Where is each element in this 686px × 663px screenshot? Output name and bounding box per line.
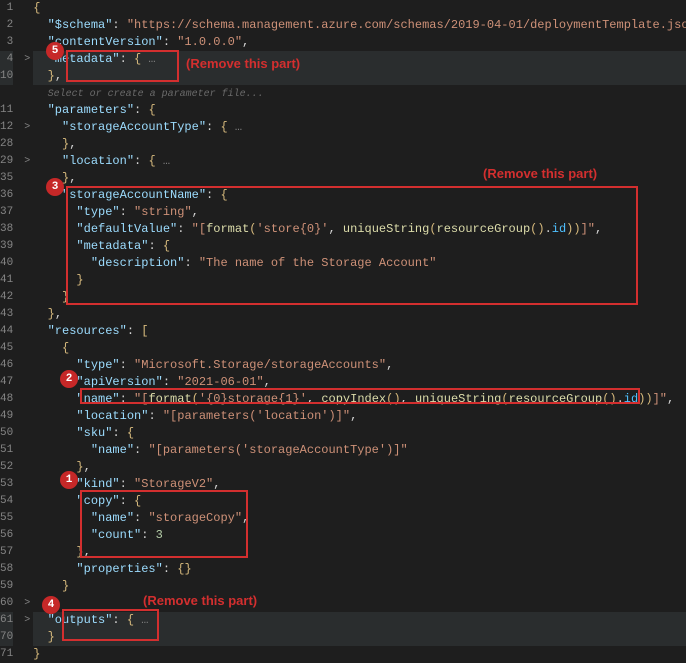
code-editor: 1 2 3 4 10 11 12 28 29 35 36 37 38 39 40… [0, 0, 686, 634]
annotation-text-remove-5: (Remove this part) [186, 56, 300, 71]
annotation-text-remove-4: (Remove this part) [143, 593, 257, 608]
chevron-right-icon[interactable]: > [21, 119, 33, 136]
annotation-text-remove-3: (Remove this part) [483, 166, 597, 181]
parameter-file-hint[interactable]: Select or create a parameter file... [48, 89, 264, 100]
chevron-right-icon[interactable]: > [21, 595, 33, 612]
line-number-gutter: 1 2 3 4 10 11 12 28 29 35 36 37 38 39 40… [0, 0, 21, 634]
annotation-badge-1: 1 [60, 471, 78, 489]
annotation-badge-2: 2 [60, 370, 78, 388]
chevron-right-icon[interactable]: > [21, 612, 33, 629]
annotation-badge-4: 4 [42, 596, 60, 614]
chevron-right-icon[interactable]: > [21, 51, 33, 68]
annotation-badge-5: 5 [46, 42, 64, 60]
annotation-badge-3: 3 [46, 178, 64, 196]
chevron-right-icon[interactable]: > [21, 153, 33, 170]
fold-column: > > > > > [21, 0, 33, 634]
code-area[interactable]: { "$schema": "https://schema.management.… [33, 0, 686, 634]
